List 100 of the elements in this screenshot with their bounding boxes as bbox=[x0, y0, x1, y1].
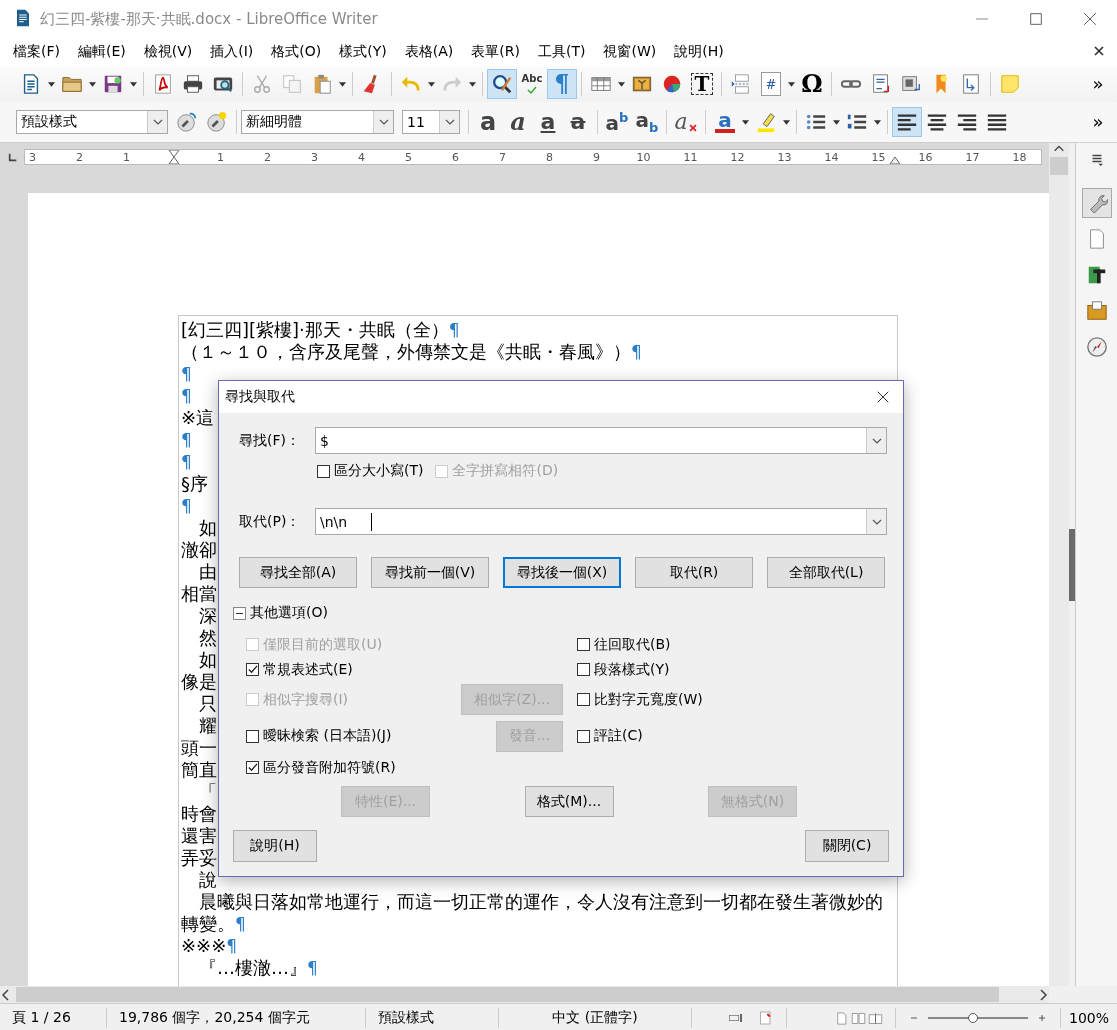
menu-item[interactable]: 插入(I) bbox=[201, 41, 263, 63]
plus-icon bbox=[1036, 1012, 1048, 1024]
dialog-button[interactable]: 尋找後一個(X) bbox=[503, 557, 621, 588]
paragraph-mark: ¶ bbox=[226, 935, 238, 957]
text-line: 只 bbox=[198, 693, 217, 715]
slider-thumb[interactable] bbox=[968, 1013, 978, 1023]
caret-icon bbox=[130, 81, 137, 87]
ruler-number: 6 bbox=[452, 150, 459, 164]
checkbox[interactable] bbox=[246, 663, 259, 676]
dialog-button[interactable]: 全部取代(L) bbox=[767, 557, 885, 588]
copy-icon bbox=[281, 73, 303, 95]
text-line: 如 bbox=[198, 517, 217, 539]
page-count: 頁 1 / 26 bbox=[0, 1008, 107, 1028]
horizontal-scrollbar[interactable] bbox=[0, 986, 1049, 1003]
toolbar-button[interactable] bbox=[892, 107, 922, 137]
dialog-button[interactable]: 尋找前一個(V) bbox=[371, 557, 489, 588]
dialog-title: 尋找與取代 bbox=[225, 388, 296, 406]
checkbox-label: 評註(C) bbox=[594, 727, 643, 745]
caret-icon bbox=[339, 81, 346, 87]
chevron-down-icon bbox=[377, 117, 390, 127]
pie-chart-icon bbox=[661, 73, 683, 95]
field-label: 取代(P)： bbox=[239, 512, 302, 531]
underline-button[interactable]: a bbox=[533, 107, 563, 137]
spelling-button[interactable]: Abc bbox=[517, 69, 547, 99]
font-color-button[interactable]: a bbox=[710, 107, 740, 137]
font-size-box[interactable]: 11 bbox=[402, 110, 460, 134]
menu-item[interactable]: 說明(H) bbox=[665, 41, 733, 63]
text-line: 晨曦與日落如常地運行，而這一切正常的運作，令人沒有注意到一切都在發生著微妙的 bbox=[198, 891, 883, 913]
font-name-box[interactable]: 新細明體 bbox=[241, 110, 394, 134]
menu-item[interactable]: 檢視(V) bbox=[134, 41, 202, 63]
caret-icon bbox=[89, 81, 96, 87]
special-character-button[interactable]: Ω bbox=[797, 69, 827, 99]
menu-item[interactable]: 表單(R) bbox=[462, 41, 529, 63]
menu-item[interactable]: 視窗(W) bbox=[594, 41, 666, 63]
caret-icon bbox=[874, 119, 881, 125]
indent-marker-icon bbox=[167, 150, 180, 164]
checkbox[interactable] bbox=[246, 761, 259, 774]
minus-box-icon bbox=[233, 606, 246, 620]
superscript-button[interactable]: a$^{b}$ bbox=[602, 107, 632, 137]
text-line: 轉變。 bbox=[181, 913, 235, 935]
paragraph-style-box[interactable]: 預設樣式 bbox=[16, 110, 168, 134]
clear-formatting-button[interactable]: a bbox=[671, 107, 701, 137]
ruler-number: 2 bbox=[264, 150, 271, 164]
ruler-number: 9 bbox=[593, 150, 600, 164]
text-line: 還害 bbox=[181, 825, 217, 847]
checkbox[interactable] bbox=[246, 729, 259, 743]
menu-item[interactable]: 檔案(F) bbox=[4, 41, 69, 63]
more-options-toggle[interactable]: 其他選項(O) bbox=[233, 604, 889, 622]
more-button[interactable]: » bbox=[1083, 69, 1113, 99]
subscript-button[interactable]: a$_{b}$ bbox=[632, 107, 662, 137]
checkbox[interactable] bbox=[577, 729, 590, 743]
dialog-button[interactable]: 取代(R) bbox=[635, 557, 753, 588]
menu-item[interactable]: 工具(T) bbox=[528, 41, 595, 63]
menu-item[interactable]: 表格(A) bbox=[395, 41, 463, 63]
chevron-down-icon bbox=[443, 117, 456, 127]
highlighter-icon bbox=[755, 111, 777, 133]
word-count: 19,786 個字，20,254 個字元 bbox=[107, 1008, 366, 1028]
dialog-button[interactable]: 尋找全部(A) bbox=[239, 557, 357, 588]
text-line: 澈卻 bbox=[181, 539, 217, 561]
text-line: 說 bbox=[198, 869, 217, 891]
scroll-thumb[interactable] bbox=[16, 987, 999, 1002]
menu-item[interactable]: 樣式(Y) bbox=[330, 41, 396, 63]
more-button[interactable]: » bbox=[1083, 107, 1113, 137]
text-line: 深 bbox=[198, 605, 217, 627]
paragraph-mark: ¶ bbox=[235, 913, 246, 935]
bold-button[interactable]: a bbox=[473, 107, 503, 137]
help-button[interactable]: 說明(H) bbox=[233, 830, 317, 862]
sidebar-handle[interactable] bbox=[1069, 528, 1075, 601]
text-line: [幻三四][紫樓]·那天・共眠（全） bbox=[181, 319, 449, 341]
ruler-number: 18 bbox=[1012, 150, 1027, 164]
search-field[interactable]: $ bbox=[315, 427, 887, 454]
menu-item[interactable]: 格式(O) bbox=[262, 41, 331, 63]
strikethrough-button[interactable]: a bbox=[563, 107, 593, 137]
ruler[interactable]: 3 2 1 1 2 3 4 5 6 7 8 9 10 11 12 13 14 15 16 17 18 bbox=[24, 149, 1042, 165]
text-line: 弄妥 bbox=[181, 847, 217, 869]
checkbox-label: 區分發音附加符號(R) bbox=[263, 758, 396, 777]
paragraph-mark: ¶ bbox=[181, 385, 192, 407]
x-icon bbox=[687, 123, 698, 133]
scroll-thumb[interactable] bbox=[1050, 157, 1068, 175]
ruler-number: 16 bbox=[918, 150, 933, 164]
text-line: 簡直 bbox=[181, 759, 217, 781]
zoom-percent: 100% bbox=[1068, 1010, 1110, 1026]
dialog-button[interactable]: 格式(M)... bbox=[524, 786, 614, 817]
checkbox[interactable] bbox=[577, 638, 590, 651]
align-center-icon bbox=[926, 111, 948, 133]
toolbar-button[interactable] bbox=[487, 69, 517, 99]
checkbox-label: 曖昧検索 (日本語)(J) bbox=[263, 727, 392, 745]
ruler-number: 8 bbox=[546, 150, 553, 164]
caret-icon bbox=[428, 81, 435, 87]
italic-button[interactable]: a bbox=[503, 107, 533, 137]
close-dialog-button[interactable]: 關閉(C) bbox=[805, 830, 889, 862]
caret-icon bbox=[48, 81, 55, 87]
check-icon bbox=[247, 762, 258, 773]
ruler-number: 2 bbox=[76, 150, 83, 164]
checkbox[interactable] bbox=[577, 663, 590, 676]
replace-field[interactable]: \n\n bbox=[315, 508, 887, 535]
checkbox[interactable] bbox=[577, 693, 590, 706]
vertical-scrollbar[interactable] bbox=[1049, 143, 1069, 986]
menu-item[interactable]: 編輯(E) bbox=[69, 41, 135, 63]
checkbox[interactable] bbox=[317, 464, 330, 478]
